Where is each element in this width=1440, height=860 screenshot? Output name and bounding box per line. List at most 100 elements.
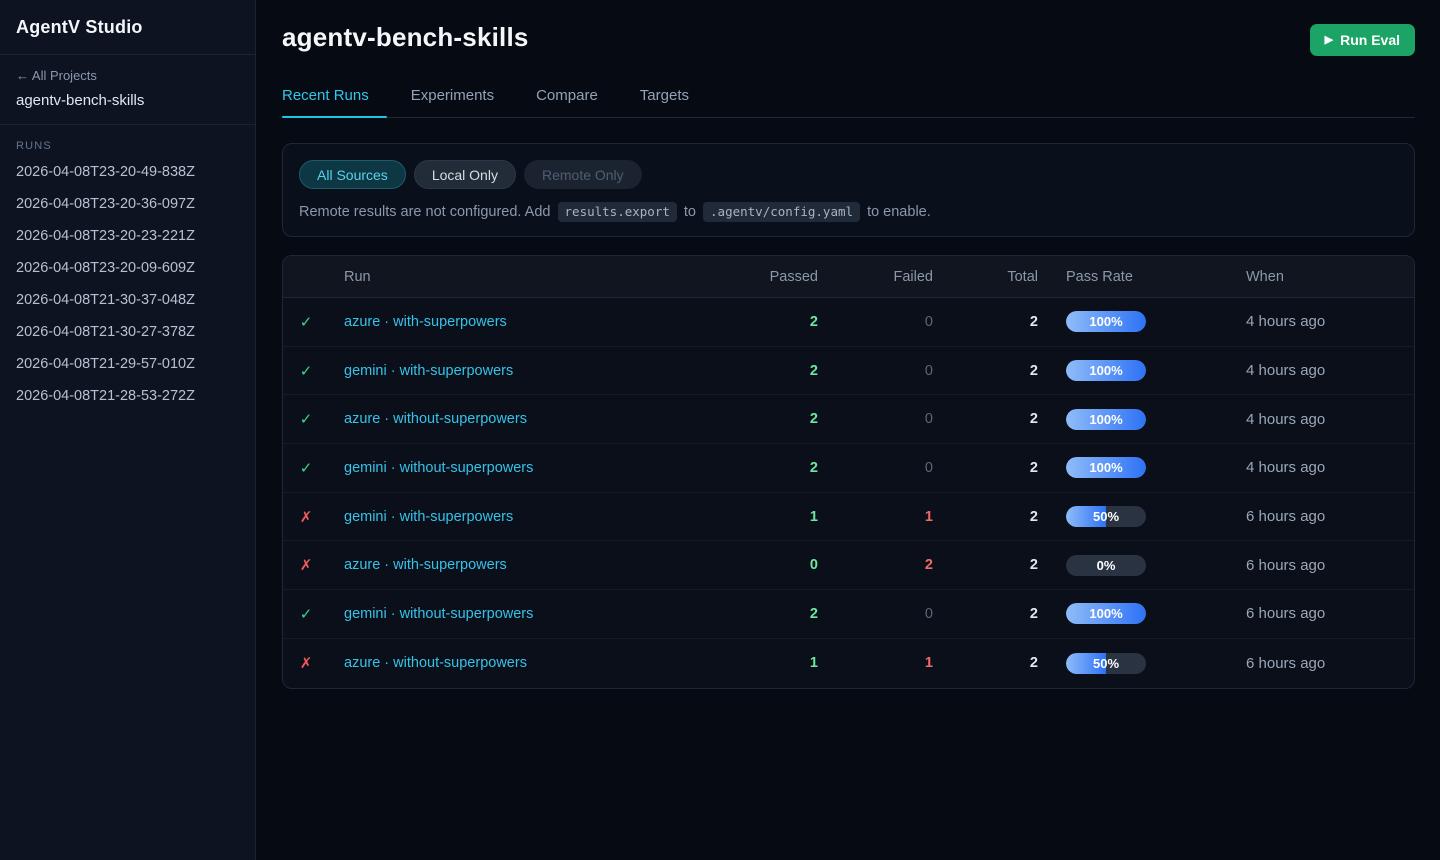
pill-remote-only: Remote Only — [524, 160, 642, 189]
pass-rate-label: 100% — [1066, 457, 1146, 478]
when-text: 6 hours ago — [1246, 605, 1414, 622]
sidebar-run-item[interactable]: 2026-04-08T23-20-09-609Z — [0, 252, 255, 284]
pass-rate-label: 50% — [1066, 506, 1146, 527]
passed-count: 0 — [728, 557, 818, 573]
app-title: AgentV Studio — [16, 17, 239, 38]
pass-rate-label: 100% — [1066, 603, 1146, 624]
sidebar-run-timestamp: 2026-04-08T23-20-09-609Z — [16, 260, 195, 276]
table-row[interactable]: ✓ gemini · without-superpowers 2 0 2 100… — [283, 590, 1414, 639]
pass-rate-pill: 100% — [1066, 360, 1146, 381]
total-count: 2 — [933, 363, 1038, 379]
sidebar-run-timestamp: 2026-04-08T23-20-23-221Z — [16, 228, 195, 244]
run-link[interactable]: azure · with-superpowers — [344, 314, 507, 330]
table-row[interactable]: ✗ gemini · with-superpowers 1 1 2 50% 6 … — [283, 493, 1414, 542]
note-prefix: Remote results are not configured. Add — [299, 204, 550, 220]
passed-count: 2 — [728, 363, 818, 379]
sidebar-run-item[interactable]: 2026-04-08T23-20-49-838Z — [0, 156, 255, 188]
total-count: 2 — [933, 460, 1038, 476]
sidebar-run-timestamp: 2026-04-08T23-20-49-838Z — [16, 164, 195, 180]
status-fail-icon: ✗ — [283, 508, 329, 526]
pass-rate-label: 0% — [1066, 555, 1146, 576]
table-row[interactable]: ✗ azure · without-superpowers 1 1 2 50% … — [283, 639, 1414, 688]
tab-label: Compare — [536, 87, 598, 104]
passed-count: 1 — [728, 655, 818, 671]
col-failed: Failed — [818, 269, 933, 285]
run-link[interactable]: gemini · without-superpowers — [344, 460, 533, 476]
failed-count: 0 — [818, 460, 933, 476]
tab-compare[interactable]: Compare — [536, 87, 604, 117]
sidebar-run-item[interactable]: 2026-04-08T21-29-57-010Z — [0, 348, 255, 380]
pill-local-only[interactable]: Local Only — [414, 160, 516, 189]
run-link[interactable]: azure · with-superpowers — [344, 557, 507, 573]
total-count: 2 — [933, 655, 1038, 671]
sidebar-run-item[interactable]: 2026-04-08T21-28-53-272Z — [0, 380, 255, 412]
run-eval-button[interactable]: ▶ Run Eval — [1310, 24, 1415, 56]
table-row[interactable]: ✓ azure · with-superpowers 2 0 2 100% 4 … — [283, 298, 1414, 347]
table-row[interactable]: ✓ azure · without-superpowers 2 0 2 100%… — [283, 395, 1414, 444]
pass-rate-label: 100% — [1066, 311, 1146, 332]
tab-label: Recent Runs — [282, 87, 369, 104]
sidebar-run-timestamp: 2026-04-08T21-30-37-048Z — [16, 292, 195, 308]
source-filter-pills: All Sources Local Only Remote Only — [299, 160, 1398, 189]
pass-rate-pill: 100% — [1066, 603, 1146, 624]
sidebar-run-item[interactable]: 2026-04-08T23-20-36-097Z — [0, 188, 255, 220]
sidebar-run-timestamp: 2026-04-08T21-30-27-378Z — [16, 324, 195, 340]
col-run: Run — [329, 269, 728, 285]
pass-rate-pill: 0% — [1066, 555, 1146, 576]
failed-count: 1 — [818, 655, 933, 671]
failed-count: 0 — [818, 363, 933, 379]
failed-count: 2 — [818, 557, 933, 573]
failed-count: 0 — [818, 606, 933, 622]
tab-recent-runs[interactable]: Recent Runs — [282, 87, 375, 117]
pill-label: Remote Only — [542, 167, 624, 183]
total-count: 2 — [933, 557, 1038, 573]
main-header: agentv-bench-skills ▶ Run Eval — [282, 22, 1415, 56]
when-text: 4 hours ago — [1246, 362, 1414, 379]
note-suffix: to enable. — [867, 204, 931, 220]
remote-results-note: Remote results are not configured. Add r… — [299, 204, 1398, 220]
pass-rate-pill: 50% — [1066, 506, 1146, 527]
when-text: 6 hours ago — [1246, 557, 1414, 574]
sidebar-run-item[interactable]: 2026-04-08T23-20-23-221Z — [0, 220, 255, 252]
sidebar-run-timestamp: 2026-04-08T21-29-57-010Z — [16, 356, 195, 372]
pill-all-sources[interactable]: All Sources — [299, 160, 406, 189]
run-link[interactable]: gemini · without-superpowers — [344, 606, 533, 622]
status-fail-icon: ✗ — [283, 654, 329, 672]
back-to-all-projects-link[interactable]: ← All Projects — [16, 68, 239, 83]
passed-count: 1 — [728, 509, 818, 525]
table-row[interactable]: ✓ gemini · without-superpowers 2 0 2 100… — [283, 444, 1414, 493]
total-count: 2 — [933, 411, 1038, 427]
tab-experiments[interactable]: Experiments — [411, 87, 500, 117]
code-config-yaml: .agentv/config.yaml — [703, 202, 860, 222]
status-pass-icon: ✓ — [283, 459, 329, 477]
tab-targets[interactable]: Targets — [640, 87, 695, 117]
pass-rate-pill: 100% — [1066, 457, 1146, 478]
status-pass-icon: ✓ — [283, 313, 329, 331]
tab-label: Targets — [640, 87, 689, 104]
failed-count: 0 — [818, 314, 933, 330]
total-count: 2 — [933, 509, 1038, 525]
table-row[interactable]: ✓ gemini · with-superpowers 2 0 2 100% 4… — [283, 347, 1414, 396]
run-link[interactable]: gemini · with-superpowers — [344, 363, 513, 379]
project-block: ← All Projects agentv-bench-skills — [0, 55, 255, 125]
pass-rate-pill: 100% — [1066, 311, 1146, 332]
status-pass-icon: ✓ — [283, 362, 329, 380]
pass-rate-label: 100% — [1066, 409, 1146, 430]
status-pass-icon: ✓ — [283, 605, 329, 623]
failed-count: 1 — [818, 509, 933, 525]
failed-count: 0 — [818, 411, 933, 427]
run-link[interactable]: azure · without-superpowers — [344, 655, 527, 671]
pass-rate-pill: 100% — [1066, 409, 1146, 430]
col-pass-rate: Pass Rate — [1066, 269, 1246, 285]
runs-table-header: Run Passed Failed Total Pass Rate When — [283, 256, 1414, 298]
table-row[interactable]: ✗ azure · with-superpowers 0 2 2 0% 6 ho… — [283, 541, 1414, 590]
sidebar-run-item[interactable]: 2026-04-08T21-30-37-048Z — [0, 284, 255, 316]
main-content: agentv-bench-skills ▶ Run Eval Recent Ru… — [256, 0, 1440, 860]
run-link[interactable]: azure · without-superpowers — [344, 411, 527, 427]
when-text: 4 hours ago — [1246, 313, 1414, 330]
run-link[interactable]: gemini · with-superpowers — [344, 509, 513, 525]
sidebar-run-timestamp: 2026-04-08T23-20-36-097Z — [16, 196, 195, 212]
sidebar-run-item[interactable]: 2026-04-08T21-30-27-378Z — [0, 316, 255, 348]
sidebar-runs-list: 2026-04-08T23-20-49-838Z 2026-04-08T23-20… — [0, 156, 255, 412]
passed-count: 2 — [728, 411, 818, 427]
